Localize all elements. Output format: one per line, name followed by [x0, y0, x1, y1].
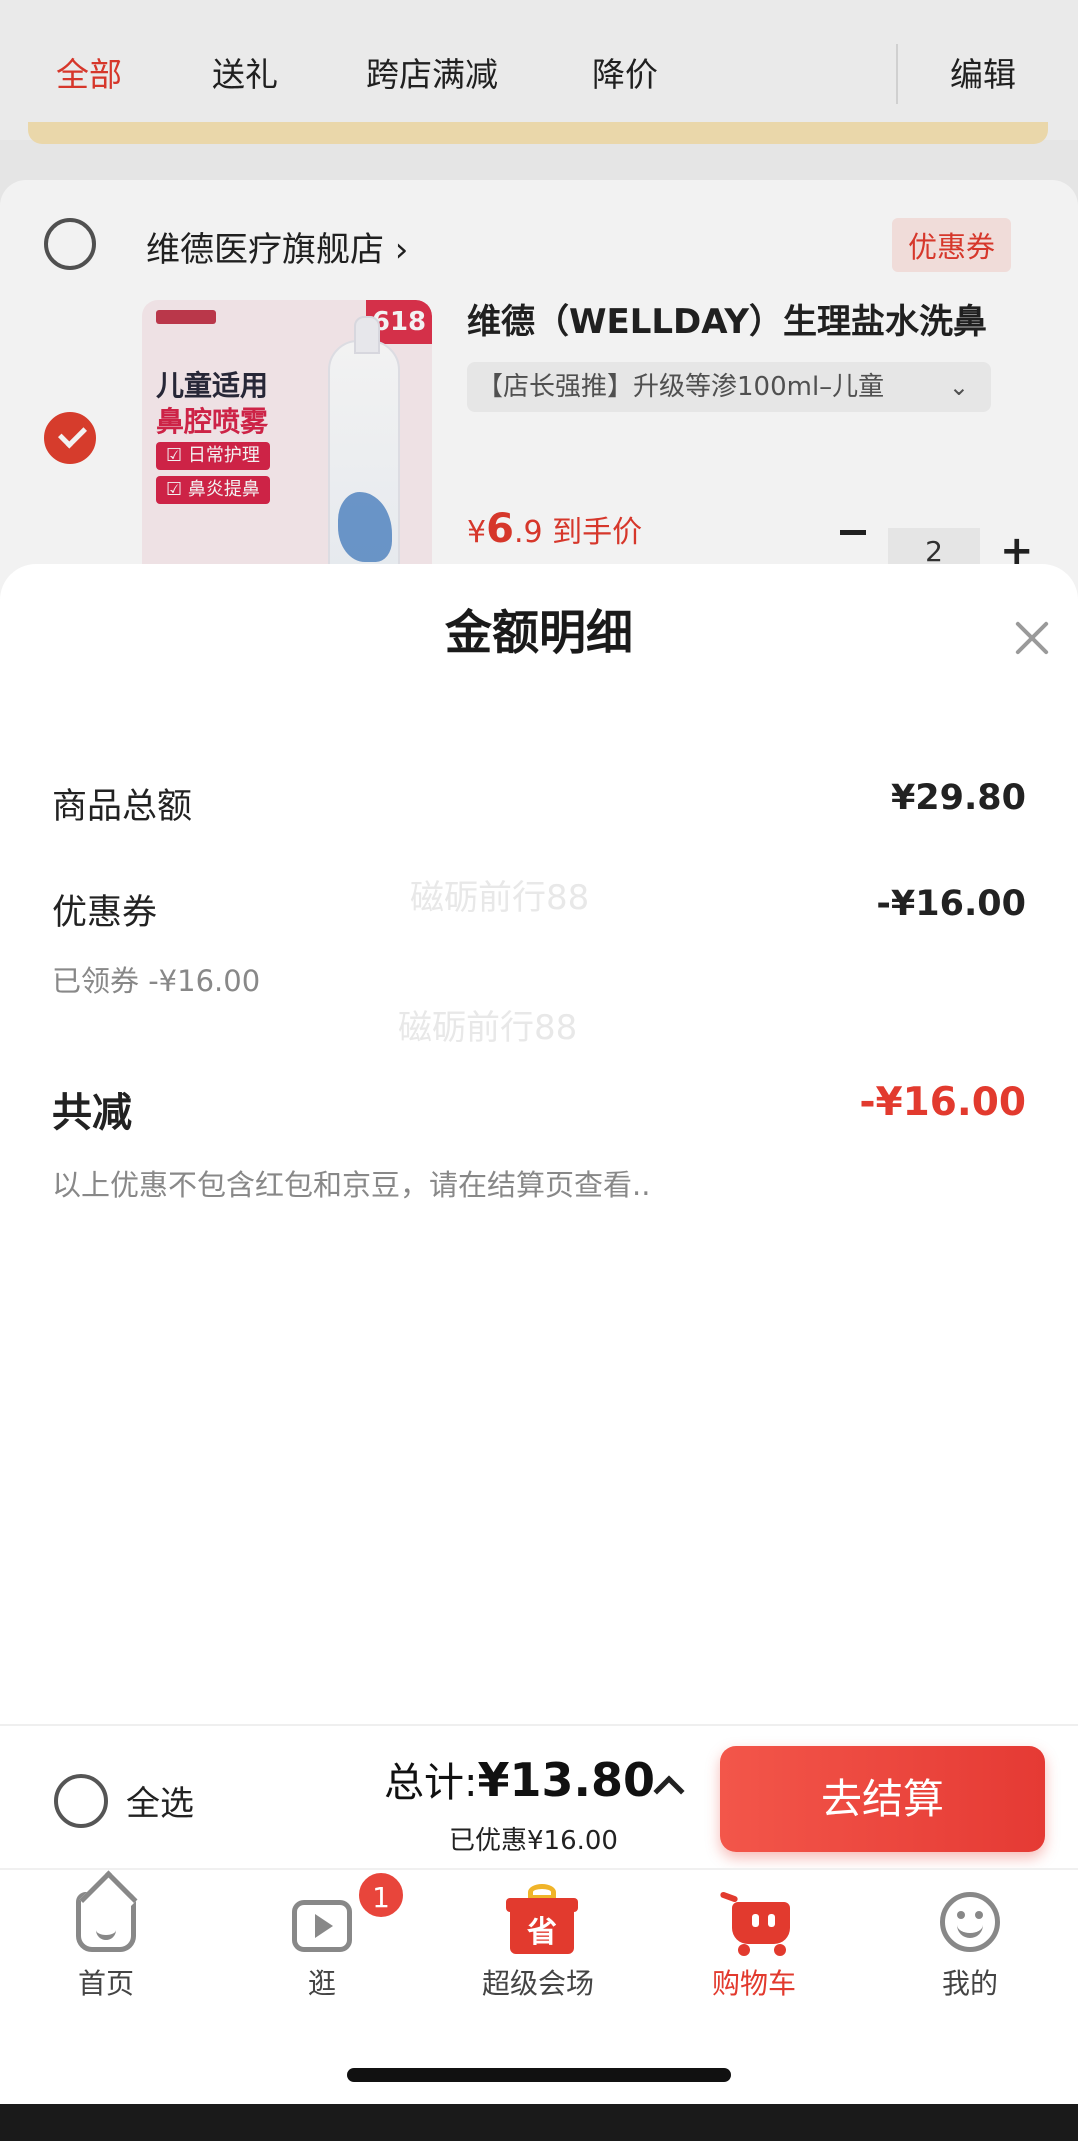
total-price: 总计:¥13.80: [384, 1750, 655, 1808]
tab-label: 逛: [307, 1967, 336, 2000]
tab-browse[interactable]: 1 逛: [222, 1870, 422, 2010]
filter-divider: [896, 44, 898, 104]
spray-bottle-illustration: [328, 316, 400, 590]
watermark: 磁砺前行88: [398, 1008, 578, 1048]
cart-icon: [719, 1891, 794, 1956]
spec-label: 【店长强推】升级等渗100ml–儿童: [477, 372, 885, 402]
coupon-value: -¥16.00: [876, 884, 1026, 924]
tab-cart[interactable]: 购物车: [654, 1870, 854, 2010]
select-all-label[interactable]: 全选: [126, 1776, 194, 1825]
tab-label: 首页: [77, 1967, 134, 2000]
discount-note: 以上优惠不包含红包和京豆，请在结算页查看..: [52, 1168, 651, 1202]
product-image-tag: ☑ 鼻炎提鼻: [156, 476, 270, 504]
price-symbol: ¥: [467, 515, 487, 550]
cart-page-background: 全部 送礼 跨店满减 降价 编辑 维德医疗旗舰店 › 优惠券 618 儿童适用 …: [0, 0, 1078, 620]
product-image-tag: ☑ 日常护理: [156, 442, 270, 470]
checkout-bar: 全选 总计:¥13.80 已优惠¥16.00 去结算: [0, 1724, 1078, 1868]
home-indicator[interactable]: [347, 2068, 731, 2082]
coupon-label: 优惠券: [52, 893, 158, 933]
product-title[interactable]: 维德（WELLDAY）生理盐水洗鼻: [467, 294, 987, 343]
tab-me[interactable]: 我的: [870, 1870, 1070, 2010]
coupon-detail: 已领券 -¥16.00: [52, 964, 261, 998]
total-reduction-value: -¥16.00: [859, 1080, 1026, 1125]
quantity-increase-button[interactable]: +: [1000, 531, 1034, 571]
filter-tab-all[interactable]: 全部: [56, 48, 122, 96]
chevron-up-icon[interactable]: [653, 1775, 685, 1807]
total-prefix: 总计:: [384, 1760, 478, 1806]
price-integer: 6: [486, 506, 514, 552]
product-image-subheadline: 鼻腔喷雾: [156, 405, 269, 438]
tab-home[interactable]: 首页: [6, 1870, 206, 2010]
price-decimal: .9: [513, 515, 543, 550]
store-name-link[interactable]: 维德医疗旗舰店 ›: [146, 222, 408, 271]
store-select-radio[interactable]: [44, 218, 96, 270]
checkout-button[interactable]: 去结算: [720, 1746, 1045, 1852]
home-icon: [76, 1892, 136, 1952]
tab-label: 我的: [941, 1967, 998, 2000]
filter-tab-gift[interactable]: 送礼: [212, 48, 278, 96]
brand-logo: [156, 310, 216, 324]
goods-total-value: ¥29.80: [890, 778, 1026, 818]
product-price: ¥6.9 到手价: [467, 506, 642, 552]
product-select-checkbox[interactable]: [44, 412, 96, 464]
amount-detail-sheet: 金额明细 商品总额 ¥29.80 优惠券 -¥16.00 已领券 -¥16.00…: [0, 564, 1078, 1724]
select-all-radio[interactable]: [54, 1774, 108, 1828]
cart-filter-bar: 全部 送礼 跨店满减 降价 编辑: [0, 0, 1078, 140]
video-icon: [292, 1900, 352, 1952]
watermark: 磁砺前行88: [410, 878, 590, 918]
filter-tab-cross-store[interactable]: 跨店满减: [366, 48, 498, 96]
notification-badge: 1: [356, 1870, 406, 1920]
tab-label: 购物车: [711, 1967, 796, 2000]
goods-total-label: 商品总额: [52, 787, 193, 827]
tab-label: 超级会场: [481, 1967, 594, 2000]
sheet-title: 金额明细: [445, 606, 633, 661]
coupon-tag[interactable]: 优惠券: [892, 218, 1012, 272]
filter-tab-price-drop[interactable]: 降价: [592, 48, 658, 96]
close-icon[interactable]: [1012, 618, 1052, 658]
total-reduction-label: 共减: [52, 1090, 132, 1136]
tab-super-venue[interactable]: 省 超级会场: [438, 1870, 638, 2010]
saved-amount: 已优惠¥16.00: [449, 1826, 618, 1856]
total-amount: ¥13.80: [477, 1753, 655, 1807]
quantity-decrease-button[interactable]: [840, 530, 866, 535]
edit-button[interactable]: 编辑: [950, 48, 1016, 96]
bottom-edge: [0, 2104, 1078, 2141]
bottom-tab-bar: 首页 1 逛 省 超级会场 购物车 我的: [0, 1868, 1078, 2098]
product-image-headline: 儿童适用: [156, 369, 269, 402]
promo-strip: [28, 122, 1048, 144]
price-suffix: 到手价: [542, 515, 643, 550]
gift-icon: 省: [506, 1884, 578, 1954]
chevron-down-icon: ⌄: [948, 373, 969, 401]
spec-selector[interactable]: 【店长强推】升级等渗100ml–儿童 ⌄: [467, 362, 991, 412]
smiley-icon: [940, 1892, 1000, 1952]
